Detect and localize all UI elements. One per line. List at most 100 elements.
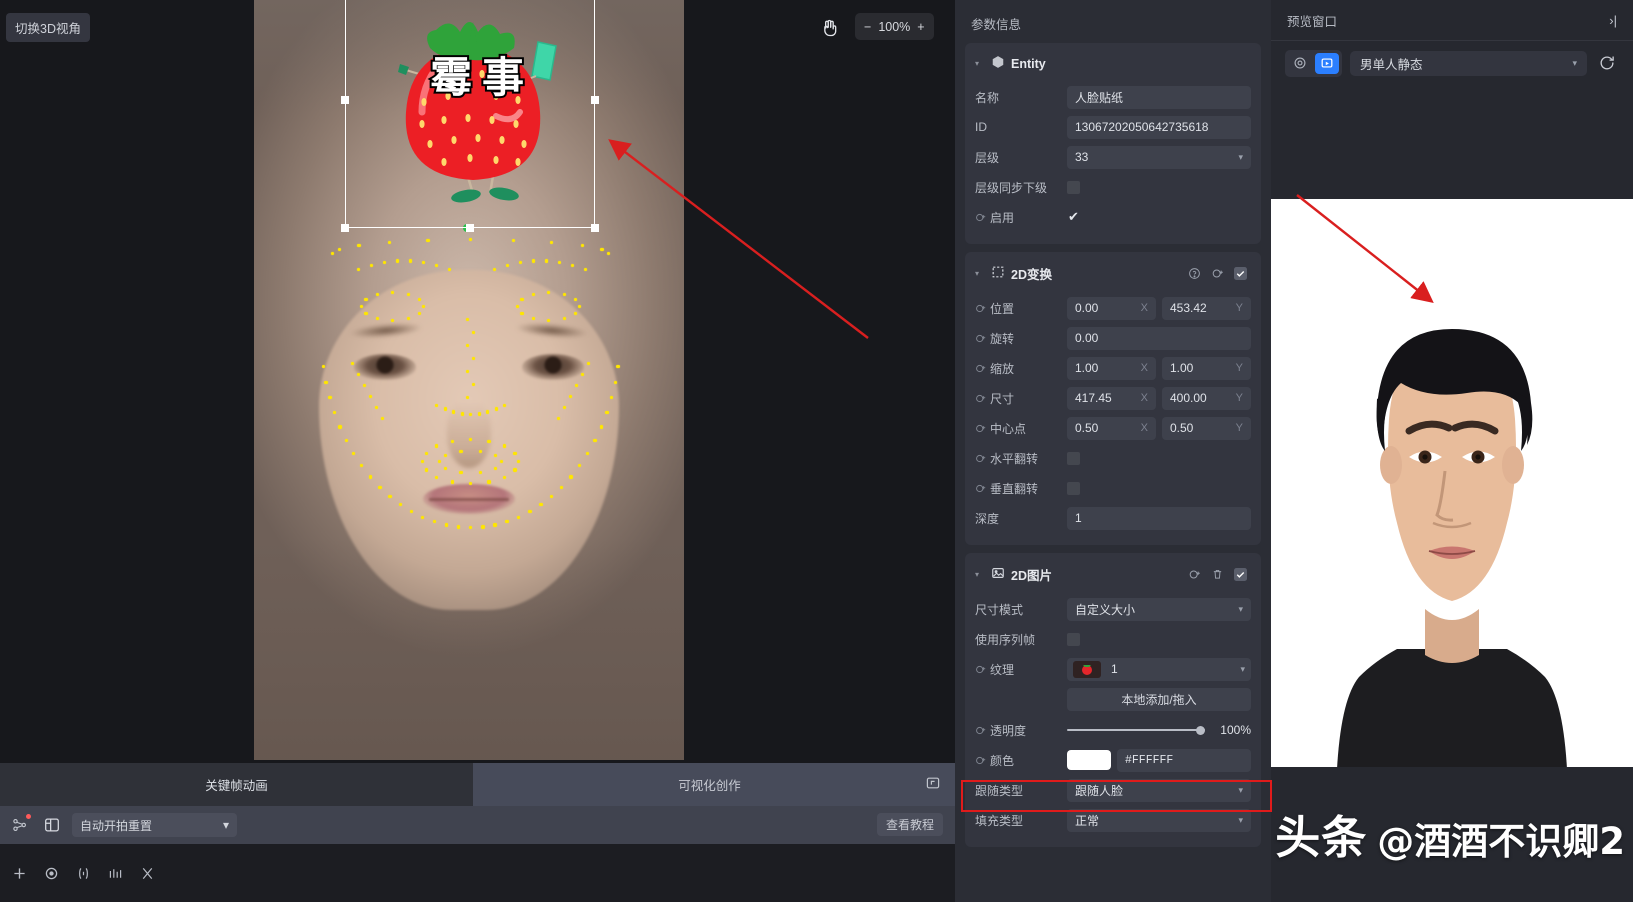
landmark-point — [493, 523, 497, 527]
entity-layer-sync-checkbox[interactable] — [1067, 180, 1080, 194]
transform-flip-v-row: 垂直翻转 — [975, 475, 1251, 501]
scale-x-input[interactable]: 1.00 X — [1067, 356, 1156, 380]
keyframe-dot-icon[interactable] — [975, 363, 986, 374]
entity-name-input[interactable]: 人脸贴纸 — [1067, 85, 1251, 109]
landmark-point — [502, 444, 507, 448]
keyframe-dot-icon[interactable] — [975, 755, 986, 766]
transform-scale-row: 缩放 1.00 X 1.00 Y — [975, 355, 1251, 381]
zoom-control[interactable]: − 100% + — [855, 13, 934, 40]
texture-select[interactable]: 1 ▾ — [1067, 657, 1251, 681]
landmark-point — [487, 480, 491, 484]
mouth-line — [429, 498, 509, 501]
keyframe-icon[interactable] — [40, 862, 62, 884]
hand-tool-icon[interactable] — [815, 14, 843, 42]
keyframe-dot-icon[interactable] — [975, 393, 986, 404]
add-icon[interactable] — [8, 862, 30, 884]
delete-icon[interactable] — [1210, 568, 1224, 582]
landmark-point — [459, 470, 463, 474]
refresh-icon[interactable] — [1595, 51, 1619, 75]
keyframe-dot-icon[interactable] — [975, 423, 986, 434]
position-y-input[interactable]: 453.42 Y — [1162, 296, 1251, 320]
color-swatch[interactable] — [1067, 750, 1111, 770]
color-hex-input[interactable]: #FFFFFF — [1117, 748, 1251, 772]
entity-enable-checkbox[interactable]: ✔ — [1067, 209, 1080, 224]
watermark-handle: @酒酒不识卿2 — [1377, 820, 1625, 863]
auto-shoot-reset-select[interactable]: 自动开拍重置 ▾ — [72, 813, 237, 837]
opacity-slider-knob[interactable] — [1196, 725, 1205, 735]
axis-x-label: X — [1140, 362, 1148, 374]
zoom-in-button[interactable]: + — [917, 20, 924, 34]
add-keyframe-icon[interactable] — [1187, 568, 1201, 582]
expression-icon[interactable] — [72, 862, 94, 884]
position-x-input[interactable]: 0.00 X — [1067, 296, 1156, 320]
preview-canvas[interactable]: 霉 事 — [1271, 199, 1633, 767]
entity-id-input[interactable]: 13067202050642735618 — [1067, 115, 1251, 139]
landmark-point — [532, 259, 536, 263]
image2d-card-header[interactable]: ▾ 2D图片 — [965, 561, 1261, 592]
landmark-point — [338, 425, 342, 429]
expand-panel-icon[interactable] — [925, 775, 941, 796]
keyframe-dot-icon[interactable] — [975, 483, 986, 494]
chevron-down-icon: ▾ — [1238, 151, 1243, 162]
use-sequence-checkbox[interactable] — [1067, 632, 1080, 646]
size-mode-select[interactable]: 自定义大小 ▾ — [1067, 597, 1251, 621]
collapse-caret-icon[interactable]: ▾ — [975, 269, 985, 278]
keyframe-dot-icon[interactable] — [975, 453, 986, 464]
collapse-caret-icon[interactable]: ▾ — [975, 59, 985, 68]
add-local-texture-button[interactable]: 本地添加/拖入 — [1067, 688, 1251, 711]
texture-thumbnail — [1073, 660, 1101, 678]
scale-y-input[interactable]: 1.00 Y — [1162, 356, 1251, 380]
keyframe-dot-icon[interactable] — [975, 725, 986, 736]
landmark-point — [456, 525, 461, 529]
preview-camera-mode-icon[interactable] — [1288, 53, 1312, 74]
size-y-input[interactable]: 400.00 Y — [1162, 386, 1251, 410]
transform2d-enable-checkbox[interactable] — [1233, 267, 1247, 281]
keyframe-dot-icon[interactable] — [975, 212, 986, 223]
resize-handle-bottom-right[interactable] — [591, 224, 599, 232]
image-icon — [991, 566, 1005, 583]
resize-handle-bottom-left[interactable] — [341, 224, 349, 232]
resize-handle-middle-left[interactable] — [341, 96, 349, 104]
axis-x-label: X — [1140, 302, 1148, 314]
image2d-enable-checkbox[interactable] — [1233, 568, 1247, 582]
tab-visual-creation[interactable]: 可视化创作 — [473, 763, 946, 806]
entity-card-title: Entity — [991, 55, 1046, 72]
add-keyframe-icon[interactable] — [1210, 267, 1224, 281]
rotation-input[interactable]: 0.00 — [1067, 326, 1251, 350]
collapse-preview-icon[interactable]: ›| — [1609, 13, 1617, 28]
flip-vertical-checkbox[interactable] — [1067, 481, 1080, 495]
size-label: 尺寸 — [975, 390, 1067, 407]
position-label: 位置 — [975, 300, 1067, 317]
cut-icon[interactable] — [136, 862, 158, 884]
axis-y-label: Y — [1235, 422, 1243, 434]
collapse-caret-icon[interactable]: ▾ — [975, 570, 985, 579]
tab-keyframe-animation[interactable]: 关键帧动画 — [0, 763, 473, 806]
view-tutorial-button[interactable]: 查看教程 — [876, 813, 943, 836]
keyframe-dot-icon[interactable] — [975, 303, 986, 314]
depth-input[interactable]: 1 — [1067, 506, 1251, 530]
resize-handle-bottom-center[interactable] — [466, 224, 474, 232]
anchor-y-input[interactable]: 0.50 Y — [1162, 416, 1251, 440]
entity-card-header[interactable]: ▾ Entity — [965, 51, 1261, 80]
preview-video-mode-icon[interactable] — [1315, 52, 1339, 74]
graph-curve-icon[interactable] — [104, 862, 126, 884]
transform2d-card-header[interactable]: ▾ 2D变换 — [965, 260, 1261, 291]
keyframe-dot-icon[interactable] — [975, 333, 986, 344]
transform2d-title-text: 2D变换 — [1011, 268, 1052, 282]
layout-panel-icon[interactable] — [40, 813, 64, 837]
node-graph-icon[interactable] — [8, 813, 32, 837]
resize-handle-middle-right[interactable] — [591, 96, 599, 104]
toggle-3d-view-button[interactable]: 切换3D视角 — [6, 13, 90, 42]
landmark-point — [599, 425, 603, 429]
entity-layer-select[interactable]: 33 ▾ — [1067, 145, 1251, 169]
opacity-slider[interactable] — [1067, 719, 1205, 742]
help-icon[interactable] — [1187, 267, 1201, 281]
anchor-x-input[interactable]: 0.50 X — [1067, 416, 1156, 440]
size-x-input[interactable]: 417.45 X — [1067, 386, 1156, 410]
strawberry-sticker[interactable]: 霉 事 — [378, 4, 568, 209]
flip-horizontal-checkbox[interactable] — [1067, 451, 1080, 465]
edit-viewport[interactable]: 霉 事 切换3D视角 − 100% + — [0, 0, 955, 770]
zoom-out-button[interactable]: − — [864, 20, 871, 34]
keyframe-dot-icon[interactable] — [975, 664, 986, 675]
preview-model-select[interactable]: 男单人静态 ▾ — [1350, 50, 1587, 76]
